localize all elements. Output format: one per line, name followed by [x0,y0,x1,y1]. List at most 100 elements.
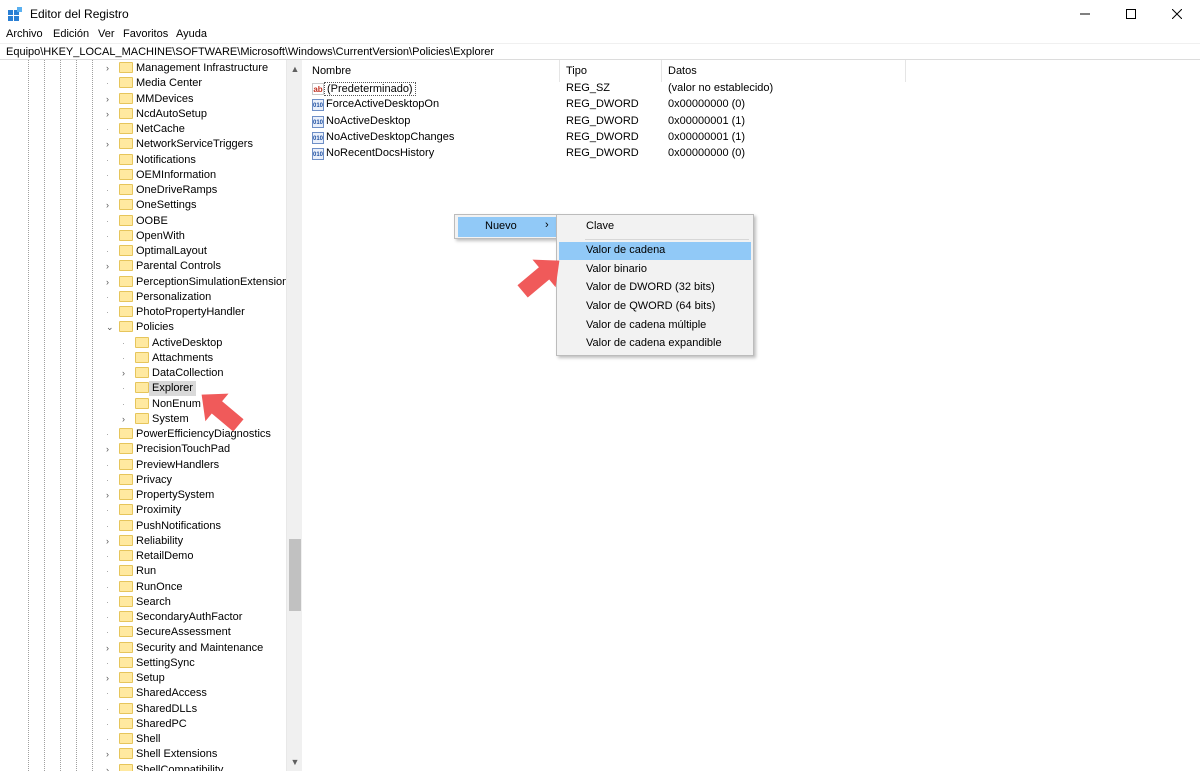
folder-icon [119,138,133,150]
tree-item[interactable]: › Reliability [106,534,286,549]
tree-item[interactable]: · SharedPC [106,717,286,732]
submenu-item-valor-cadena-expandible[interactable]: Valor de cadena expandible [559,335,751,353]
tree-item[interactable]: › PropertySystem [106,488,286,503]
tree-item[interactable]: › ShellCompatibility [106,763,286,771]
tree-item[interactable]: · SecondaryAuthFactor [106,610,286,625]
chevron-right-icon[interactable]: › [106,750,114,759]
scroll-down-icon[interactable]: ▼ [287,754,303,770]
tree-item[interactable]: · OptimalLayout [106,244,286,259]
chevron-right-icon[interactable]: › [122,369,130,378]
submenu-item-valor-qword[interactable]: Valor de QWORD (64 bits) [559,298,751,316]
chevron-down-icon[interactable]: ⌄ [106,323,114,332]
chevron-right-icon[interactable]: › [106,277,114,286]
tree-item[interactable]: › OneSettings [106,198,286,213]
tree-item[interactable]: · Run [106,564,286,579]
chevron-right-icon[interactable]: › [106,109,114,118]
menu-favoritos[interactable]: Favoritos [123,28,168,40]
column-header-data[interactable]: Datos [662,60,906,82]
submenu-item-valor-de-cadena[interactable]: Valor de cadena [559,242,751,260]
chevron-right-icon[interactable]: › [106,674,114,683]
tree-connector-icon: · [106,566,109,577]
values-list[interactable]: Nombre Tipo Datos ab (Predeterminado) REG_… [306,60,1200,771]
chevron-right-icon[interactable]: › [106,64,114,73]
address-bar[interactable]: Equipo\HKEY_LOCAL_MACHINE\SOFTWARE\Micro… [0,43,1200,60]
submenu-item-valor-dword[interactable]: Valor de DWORD (32 bits) [559,279,751,297]
value-row[interactable]: 010 NoActiveDesktopChanges REG_DWORD 0x0000… [306,130,906,146]
chevron-right-icon[interactable]: › [106,536,114,545]
tree-item-label: Privacy [136,473,173,486]
chevron-right-icon[interactable]: › [106,445,114,454]
submenu-item-valor-cadena-multiple[interactable]: Valor de cadena múltiple [559,317,751,335]
chevron-right-icon[interactable]: › [106,643,114,652]
tree-item[interactable]: · PhotoPropertyHandler [106,305,286,320]
value-row[interactable]: 010 ForceActiveDesktopOn REG_DWORD 0x000000… [306,97,906,113]
chevron-right-icon[interactable]: › [106,491,114,500]
tree-item[interactable]: · Proximity [106,503,286,518]
tree-item[interactable]: · PushNotifications [106,519,286,534]
tree-item[interactable]: · Personalization [106,290,286,305]
tree-item[interactable]: › NetworkServiceTriggers [106,137,286,152]
tree-item[interactable]: · ActiveDesktop [122,336,282,351]
menu-item-nuevo[interactable]: Nuevo › [458,217,556,237]
maximize-button[interactable] [1108,0,1154,27]
menu-ayuda[interactable]: Ayuda [176,28,207,40]
value-row[interactable]: 010 NoActiveDesktop REG_DWORD 0x00000001 (1… [306,114,906,130]
tree-item[interactable]: · OneDriveRamps [106,183,286,198]
tree-item[interactable]: · OOBE [106,214,286,229]
tree-scrollbar[interactable]: ▲ ▼ [286,60,302,771]
chevron-right-icon[interactable]: › [106,94,114,103]
value-row[interactable]: 010 NoRecentDocsHistory REG_DWORD 0x0000000… [306,146,906,162]
tree-item[interactable]: · Shell [106,732,286,747]
tree-item[interactable]: › PrecisionTouchPad [106,442,286,457]
tree-item[interactable]: · OEMInformation [106,168,286,183]
scroll-up-icon[interactable]: ▲ [287,61,303,77]
tree-item[interactable]: · OpenWith [106,229,286,244]
tree-item[interactable]: › Management Infrastructure [106,61,286,76]
tree-item[interactable]: ⌄ Policies [106,320,286,335]
tree-item[interactable]: · RunOnce [106,580,286,595]
tree-item[interactable]: › NcdAutoSetup [106,107,286,122]
tree-item-label: Explorer [149,381,196,397]
tree-item[interactable]: › DataCollection [122,366,282,381]
tree-item[interactable]: · Search [106,595,286,610]
chevron-right-icon[interactable]: › [106,765,114,771]
column-header-name[interactable]: Nombre [306,60,560,82]
tree-item[interactable]: › Security and Maintenance [106,641,286,656]
tree-item[interactable]: › Parental Controls [106,259,286,274]
column-header-type[interactable]: Tipo [560,60,662,82]
tree-connector-icon: · [106,215,109,226]
menu-archivo[interactable]: Archivo [6,28,43,40]
tree-item[interactable]: · SharedDLLs [106,702,286,717]
tree-item[interactable]: · Notifications [106,153,286,168]
scroll-thumb[interactable] [289,539,301,611]
close-button[interactable] [1154,0,1200,27]
tree-item[interactable]: · PreviewHandlers [106,458,286,473]
tree-item[interactable]: › Setup [106,671,286,686]
tree-connector-icon: · [106,474,109,485]
folder-icon [135,336,149,348]
minimize-button[interactable] [1062,0,1108,27]
tree-item[interactable]: · NetCache [106,122,286,137]
tree-item[interactable]: · RetailDemo [106,549,286,564]
tree-item[interactable]: › MMDevices [106,92,286,107]
tree-item[interactable]: · Privacy [106,473,286,488]
menu-edicion[interactable]: Edición [53,28,89,40]
value-name: NoRecentDocsHistory [326,147,435,159]
submenu-item-valor-binario[interactable]: Valor binario [559,261,751,279]
submenu-item-clave[interactable]: Clave [559,218,751,236]
tree-item[interactable]: · Attachments [122,351,282,366]
tree-item[interactable]: · Media Center [106,76,286,91]
tree-item[interactable]: › Shell Extensions [106,747,286,762]
chevron-right-icon[interactable]: › [122,414,130,423]
chevron-right-icon[interactable]: › [106,262,114,271]
tree-item[interactable]: › PerceptionSimulationExtensions [106,275,294,290]
tree-item[interactable]: · SharedAccess [106,686,286,701]
tree-item[interactable]: · SettingSync [106,656,286,671]
value-row[interactable]: ab (Predeterminado) REG_SZ (valor no establ… [306,81,906,97]
key-tree[interactable]: › Management Infrastructure · Media Center ›… [0,60,302,771]
tree-item[interactable]: · SecureAssessment [106,625,286,640]
menu-ver[interactable]: Ver [98,28,115,40]
chevron-right-icon[interactable]: › [106,201,114,210]
chevron-right-icon[interactable]: › [106,140,114,149]
tree-connector-icon: · [106,551,109,561]
